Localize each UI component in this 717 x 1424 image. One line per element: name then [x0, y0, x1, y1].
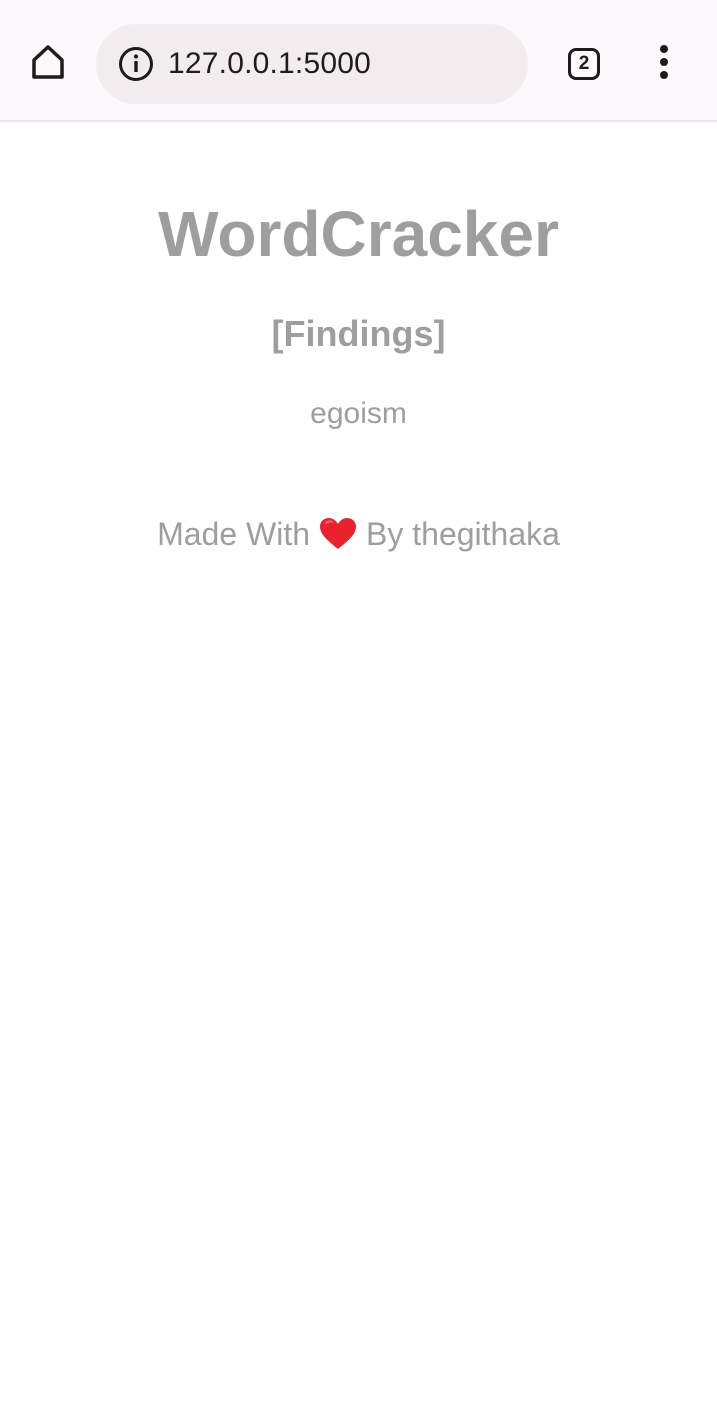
tab-count: 2 [568, 48, 600, 80]
browser-toolbar: 127.0.0.1:5000 2 [0, 0, 717, 122]
more-vert-icon [658, 44, 670, 85]
finding-word: egoism [310, 397, 407, 430]
info-icon[interactable] [116, 44, 156, 84]
tab-switcher-button[interactable]: 2 [562, 42, 606, 86]
home-icon [28, 42, 68, 87]
footer: Made With By thegithaka [0, 512, 717, 556]
url-text: 127.0.0.1:5000 [168, 47, 371, 80]
footer-prefix: Made With [157, 516, 311, 552]
address-bar[interactable]: 127.0.0.1:5000 [96, 24, 528, 104]
footer-author: By thegithaka [366, 516, 560, 552]
heart-icon [319, 516, 357, 552]
browser-menu-button[interactable] [642, 40, 686, 88]
page-title: WordCracker [158, 198, 559, 270]
findings-heading: [Findings] [271, 313, 446, 354]
home-button[interactable] [24, 40, 72, 88]
